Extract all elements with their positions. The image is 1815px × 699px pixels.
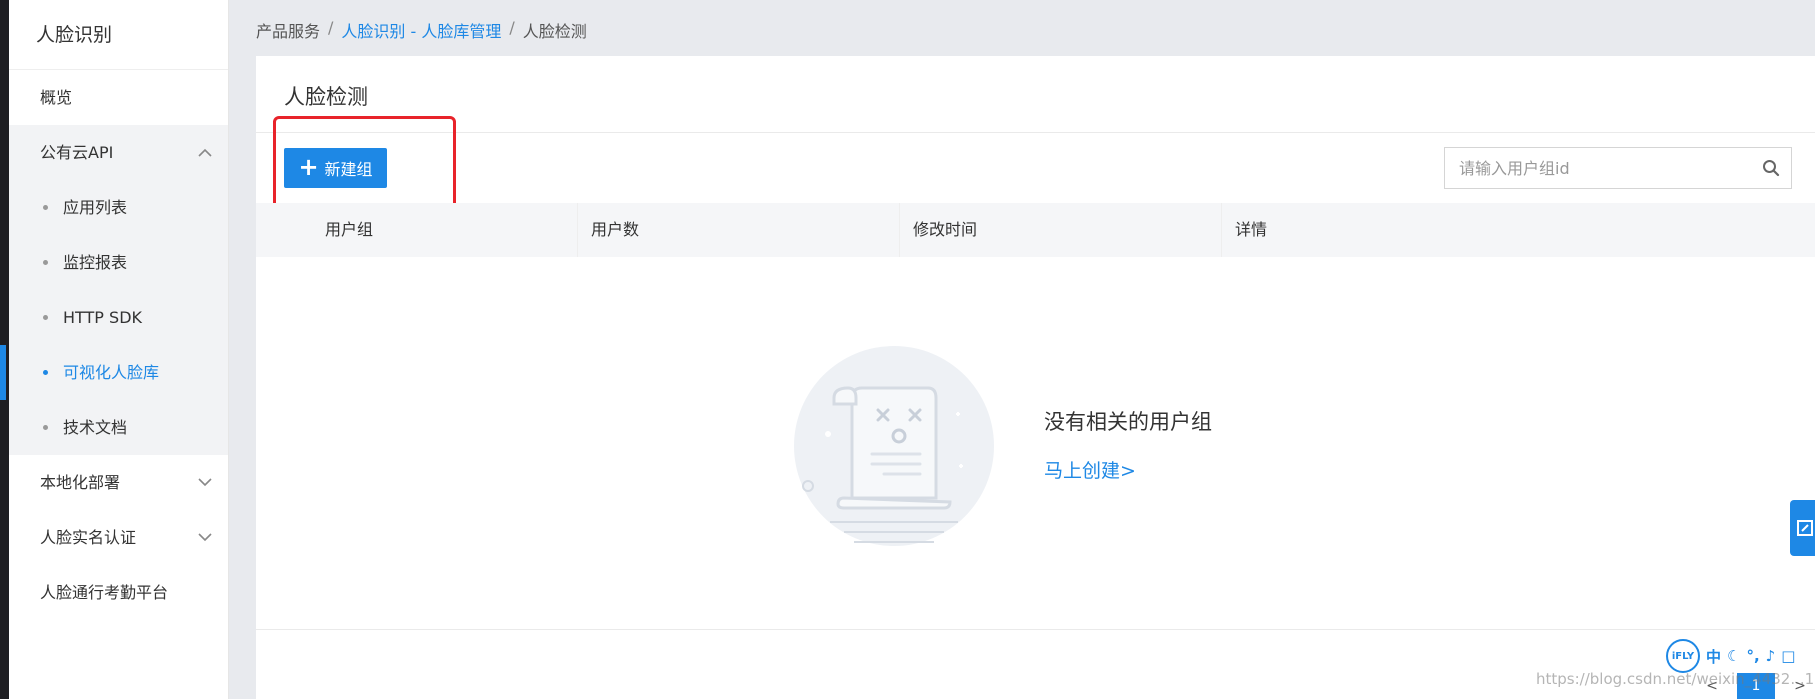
sidebar-item-label: HTTP SDK (63, 308, 142, 327)
search-box (1444, 147, 1792, 189)
column-header-user-group[interactable]: 用户组 (256, 203, 578, 257)
table-header: 用户组 用户数 修改时间 详情 (256, 203, 1815, 257)
bullet-icon (43, 315, 48, 320)
sidebar-item-public-cloud-api[interactable]: 公有云API (9, 125, 228, 180)
ime-mode-toggle[interactable]: 中 (1706, 646, 1721, 667)
chevron-down-icon (198, 455, 212, 510)
sidebar-item-label: 概览 (40, 88, 73, 107)
microphone-icon[interactable]: ♪ (1766, 647, 1776, 665)
sidebar-item-monitor-report[interactable]: 监控报表 (9, 235, 228, 290)
ime-logo[interactable]: iFLY (1666, 639, 1700, 673)
sidebar: 人脸识别 概览 公有云API 应用列表 监控报表 HTTP SDK 可视化人脸库… (0, 0, 229, 699)
sidebar-item-label: 监控报表 (63, 253, 128, 272)
breadcrumb-separator: / (328, 18, 334, 37)
sidebar-item-attendance-platform[interactable]: 人脸通行考勤平台 (9, 565, 228, 620)
breadcrumb-separator: / (509, 18, 515, 37)
sidebar-item-label: 技术文档 (63, 418, 128, 437)
watermark: https://blog.csdn.net/weixin_4432...1542 (1536, 670, 1815, 688)
empty-message: 没有相关的用户组 (1044, 410, 1212, 434)
sidebar-item-real-name-auth[interactable]: 人脸实名认证 (9, 510, 228, 565)
bullet-icon (43, 425, 48, 430)
search-icon[interactable] (1751, 159, 1791, 177)
sidebar-item-label: 应用列表 (63, 198, 128, 217)
sidebar-item-app-list[interactable]: 应用列表 (9, 180, 228, 235)
edit-icon (1797, 520, 1813, 536)
sidebar-item-visual-face-library[interactable]: 可视化人脸库 (0, 345, 228, 400)
sidebar-item-tech-docs[interactable]: 技术文档 (9, 400, 228, 455)
sidebar-item-label: 可视化人脸库 (63, 363, 160, 382)
chevron-up-icon (198, 125, 212, 180)
submenu-public-cloud-api: 应用列表 监控报表 HTTP SDK 可视化人脸库 技术文档 (0, 180, 228, 455)
column-header-user-count[interactable]: 用户数 (578, 203, 900, 257)
sidebar-item-label: 人脸实名认证 (40, 528, 137, 547)
keyboard-icon[interactable]: □ (1781, 647, 1795, 665)
punctuation-icon[interactable]: °, (1746, 647, 1759, 665)
sidebar-menu: 概览 公有云API 应用列表 监控报表 HTTP SDK 可视化人脸库 技术文档… (0, 70, 228, 620)
feedback-float-button[interactable] (1790, 500, 1815, 556)
sidebar-item-overview[interactable]: 概览 (9, 70, 228, 125)
create-now-link[interactable]: 马上创建> (1044, 456, 1136, 483)
divider (256, 629, 1815, 630)
annotation-highlight-box (273, 116, 456, 214)
empty-state: 没有相关的用户组 马上创建> (256, 257, 1815, 627)
column-header-details: 详情 (1235, 220, 1268, 239)
column-header-modified-time[interactable]: 修改时间 (900, 203, 1222, 257)
ime-toolbar: iFLY 中 ☾ °, ♪ □ (1666, 638, 1815, 674)
sidebar-item-http-sdk[interactable]: HTTP SDK (9, 290, 228, 345)
divider (256, 132, 1815, 133)
moon-icon[interactable]: ☾ (1727, 647, 1740, 665)
sidebar-item-label: 人脸通行考勤平台 (40, 583, 169, 602)
search-input[interactable] (1445, 149, 1751, 187)
sidebar-title: 人脸识别 (9, 0, 228, 70)
chevron-down-icon (198, 510, 212, 565)
sidebar-item-label: 公有云API (40, 143, 114, 162)
breadcrumb-link[interactable]: 人脸识别 - 人脸库管理 (341, 18, 501, 42)
breadcrumb-current: 人脸检测 (522, 22, 587, 41)
page-title: 人脸检测 (284, 85, 368, 109)
bullet-icon (43, 260, 48, 265)
empty-document-icon (794, 346, 994, 546)
breadcrumb-root[interactable]: 产品服务 (256, 18, 320, 42)
bullet-icon (43, 205, 48, 210)
bullet-icon (43, 370, 48, 375)
main-panel: 人脸检测 + 新建组 用户组 用户数 修改时间 详情 (256, 56, 1815, 699)
sidebar-item-label: 本地化部署 (40, 473, 121, 492)
sidebar-item-local-deploy[interactable]: 本地化部署 (9, 455, 228, 510)
breadcrumb: 产品服务 / 人脸识别 - 人脸库管理 / 人脸检测 (256, 18, 587, 42)
